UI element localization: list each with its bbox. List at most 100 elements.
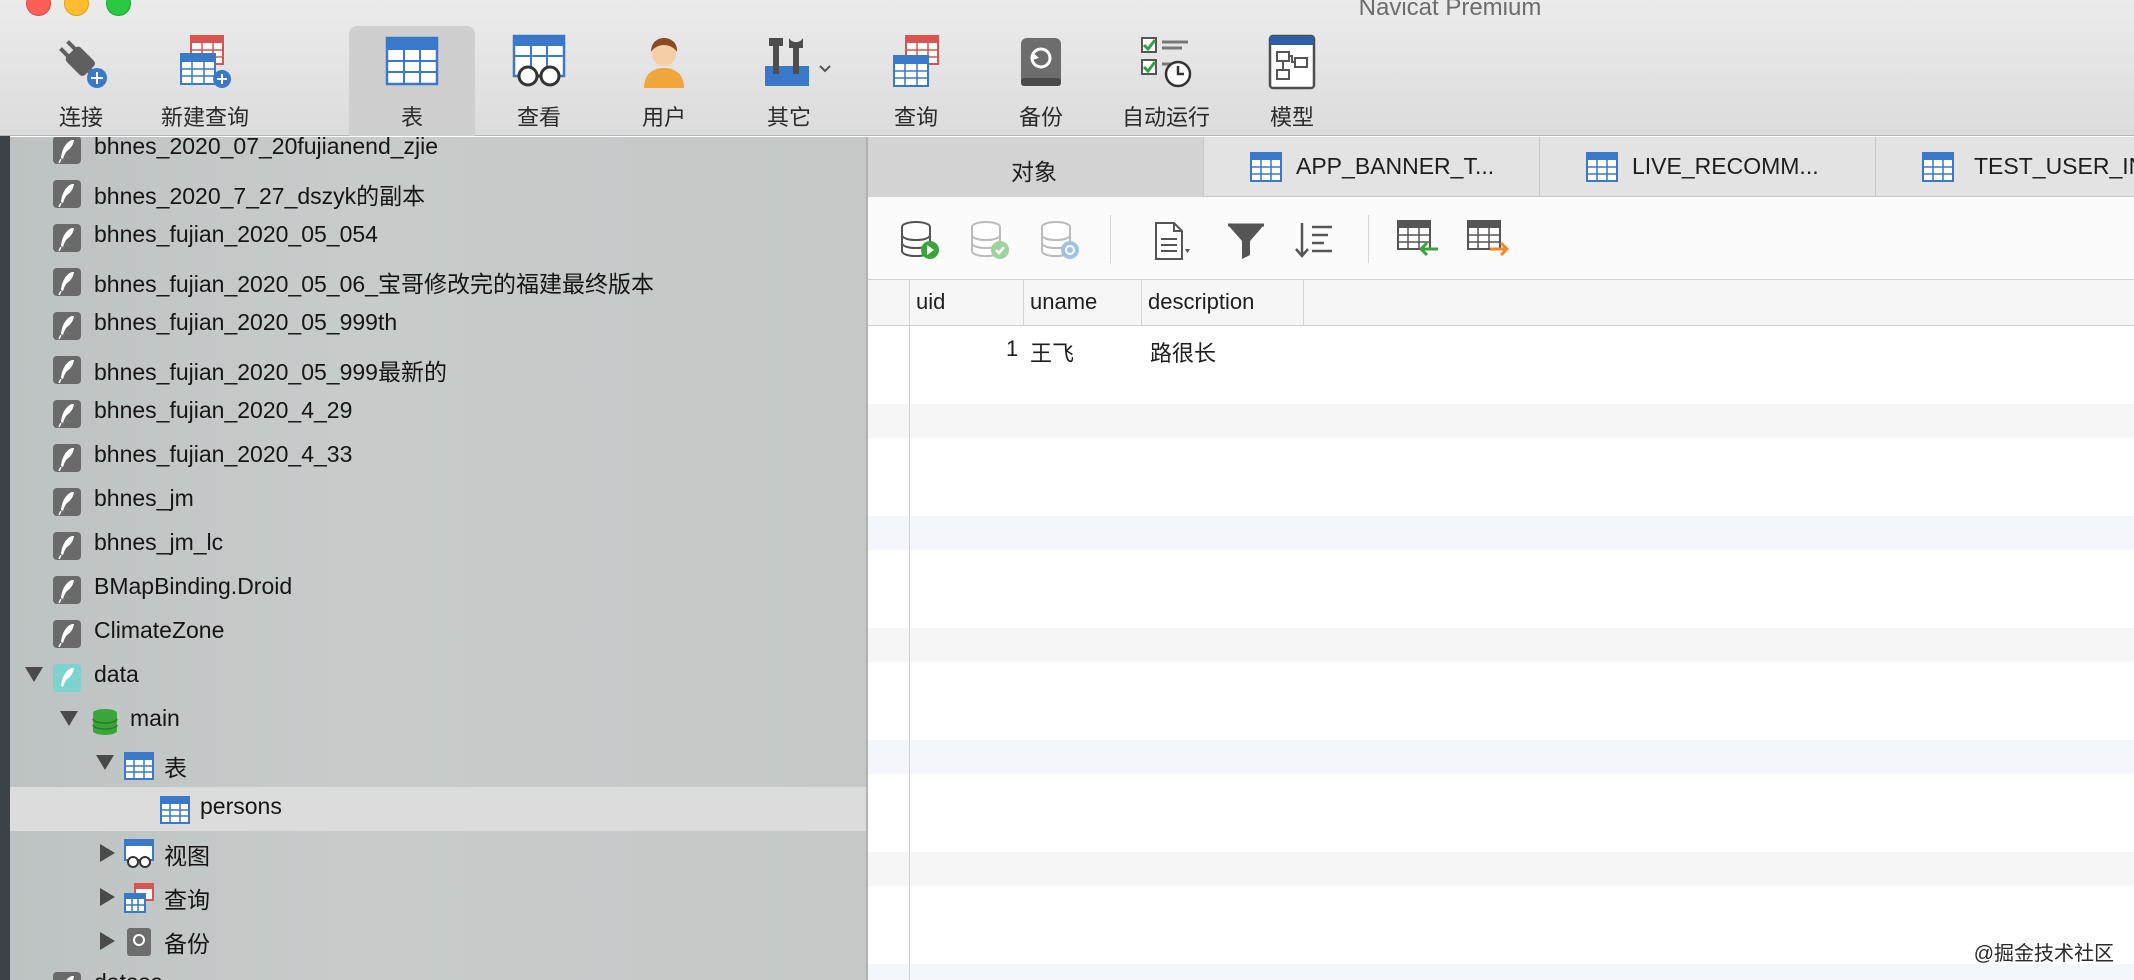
toolbar-other-button[interactable]: 其它 [730, 26, 848, 132]
backups-group[interactable]: 备份 [10, 919, 867, 963]
connection-item[interactable]: bhnes_2020_07_20fujianend_zjie [10, 137, 867, 171]
database-item-main[interactable]: main [10, 699, 867, 743]
connection-item[interactable]: bhnes_jm [10, 479, 867, 523]
toolbar-new-query-button[interactable]: 新建查询 [146, 26, 264, 132]
export-wizard-icon[interactable] [1466, 219, 1510, 261]
connection-label: bhnes_jm_lc [94, 529, 224, 555]
disclosure-closed-icon[interactable] [100, 844, 115, 862]
connection-item[interactable]: bhnes_fujian_2020_05_054 [10, 215, 867, 259]
tab-objects[interactable]: 对象 [868, 137, 1204, 197]
toolbar-model-button[interactable]: 模型 [1233, 26, 1351, 132]
grid-stripe [868, 628, 2134, 662]
disclosure-closed-icon[interactable] [100, 932, 115, 950]
view-icon [124, 839, 154, 868]
column-header-label: description [1148, 289, 1255, 314]
tab-objects-label: 对象 [1011, 159, 1057, 185]
export-document-icon[interactable] [1150, 219, 1194, 261]
sqlite-connection-icon [53, 312, 81, 340]
import-wizard-icon[interactable] [1396, 219, 1440, 261]
tab-live-recomm[interactable]: LIVE_RECOMM... [1540, 137, 1876, 197]
connection-label: data [94, 661, 139, 687]
disclosure-open-icon[interactable] [60, 711, 78, 726]
connection-item[interactable]: bhnes_fujian_2020_05_999最新的 [10, 347, 867, 391]
object-toolbar [868, 197, 2134, 280]
toolbar-separator [1110, 215, 1111, 263]
table-icon [1250, 152, 1282, 182]
connection-item[interactable]: BMapBinding.Droid [10, 567, 867, 611]
connection-item[interactable]: bhnes_fujian_2020_05_999th [10, 303, 867, 347]
table-item-persons[interactable]: persons [10, 787, 867, 831]
backups-group-label: 备份 [164, 931, 210, 957]
toolbar-view-button[interactable]: 查看 [480, 26, 598, 132]
connection-item[interactable]: datase [10, 963, 867, 980]
connection-item[interactable]: bhnes_fujian_2020_4_29 [10, 391, 867, 435]
open-table-icon[interactable] [898, 219, 942, 261]
connection-item[interactable]: bhnes_2020_7_27_dszyk的副本 [10, 171, 867, 215]
filter-icon[interactable] [1224, 219, 1268, 261]
schedule-icon [1141, 37, 1192, 88]
chevron-down-icon [819, 65, 831, 73]
window-zoom-button[interactable] [106, 0, 131, 16]
grid-header: uid uname description [868, 280, 2134, 326]
connection-label: BMapBinding.Droid [94, 573, 293, 599]
connection-item[interactable]: bhnes_jm_lc [10, 523, 867, 567]
tab-app-banner[interactable]: APP_BANNER_T... [1204, 137, 1540, 197]
queries-group-label: 查询 [164, 887, 210, 913]
sqlite-connection-icon [53, 576, 81, 604]
sqlite-connection-icon [53, 532, 81, 560]
sqlite-connection-icon [53, 620, 81, 648]
tools-icon [765, 38, 809, 86]
column-header-label: uid [916, 289, 946, 314]
disclosure-open-icon[interactable] [96, 755, 114, 770]
cell-uname[interactable]: 王飞 [1030, 336, 1074, 368]
toolbar-schedule-button[interactable]: 自动运行 [1107, 26, 1225, 132]
connection-item[interactable]: bhnes_fujian_2020_05_06_宝哥修改完的福建最终版本 [10, 259, 867, 303]
views-group[interactable]: 视图 [10, 831, 867, 875]
tab-test-user[interactable]: TEST_USER_IN [1876, 137, 2134, 197]
table-icon [160, 796, 190, 824]
toolbar-view-label: 查看 [516, 105, 561, 130]
toolbar-user-button[interactable]: 用户 [605, 26, 723, 132]
cell-uid[interactable]: 1 [1006, 336, 1018, 362]
column-header-uname[interactable]: uname [1024, 280, 1142, 326]
toolbar-table-button[interactable]: 表 [349, 26, 475, 136]
column-header-uid[interactable]: uid [910, 280, 1024, 326]
disclosure-open-icon[interactable] [25, 667, 43, 682]
grid-stripe [868, 964, 2134, 980]
window-close-button[interactable] [26, 0, 51, 16]
connection-label: bhnes_jm [94, 485, 194, 511]
disclosure-closed-icon[interactable] [100, 888, 115, 906]
toolbar-query-button[interactable]: 查询 [857, 26, 975, 132]
tab-bar: 对象 APP_BANNER_T... LIVE_RECOMM... TEST_U… [868, 137, 2134, 197]
design-table-icon[interactable] [968, 219, 1012, 261]
desktop-edge [0, 0, 10, 980]
cell-description[interactable]: 路很长 [1150, 336, 1216, 368]
new-table-icon[interactable] [1038, 219, 1082, 261]
toolbar-backup-button[interactable]: 备份 [982, 26, 1100, 132]
connection-item[interactable]: bhnes_fujian_2020_4_33 [10, 435, 867, 479]
queries-group[interactable]: 查询 [10, 875, 867, 919]
toolbar-connect-button[interactable]: 连接 [22, 26, 140, 132]
grid-stripe [868, 740, 2134, 774]
window-minimize-button[interactable] [64, 0, 89, 16]
connection-item[interactable]: ClimateZone [10, 611, 867, 655]
sqlite-connection-icon [53, 488, 81, 516]
column-header-description[interactable]: description [1142, 280, 1304, 326]
main-toolbar: Navicat Premium 连接 新建查询 表 查看 用户 其它 查询 备份… [0, 0, 2134, 136]
sort-icon[interactable] [1292, 219, 1336, 261]
tables-group[interactable]: 表 [10, 743, 867, 787]
connection-label: bhnes_fujian_2020_4_29 [94, 397, 353, 423]
grid-stripe [868, 516, 2134, 550]
row-gutter-divider [909, 280, 910, 980]
connection-tree: bhnes_2020_07_20fujianend_zjie bhnes_202… [10, 137, 867, 980]
table-icon [385, 36, 439, 86]
data-grid: uid uname description 1 王飞 路很长 [868, 280, 2134, 980]
sqlite-connection-open-icon [53, 664, 81, 692]
toolbar-new-query-label: 新建查询 [160, 105, 249, 130]
tab-test-user-label: TEST_USER_IN [1974, 153, 2134, 179]
toolbar-separator [1368, 215, 1369, 263]
connection-item-data[interactable]: data [10, 655, 867, 699]
connection-label: ClimateZone [94, 617, 225, 643]
row-number-header [868, 280, 910, 326]
toolbar-backup-label: 备份 [1018, 105, 1063, 130]
